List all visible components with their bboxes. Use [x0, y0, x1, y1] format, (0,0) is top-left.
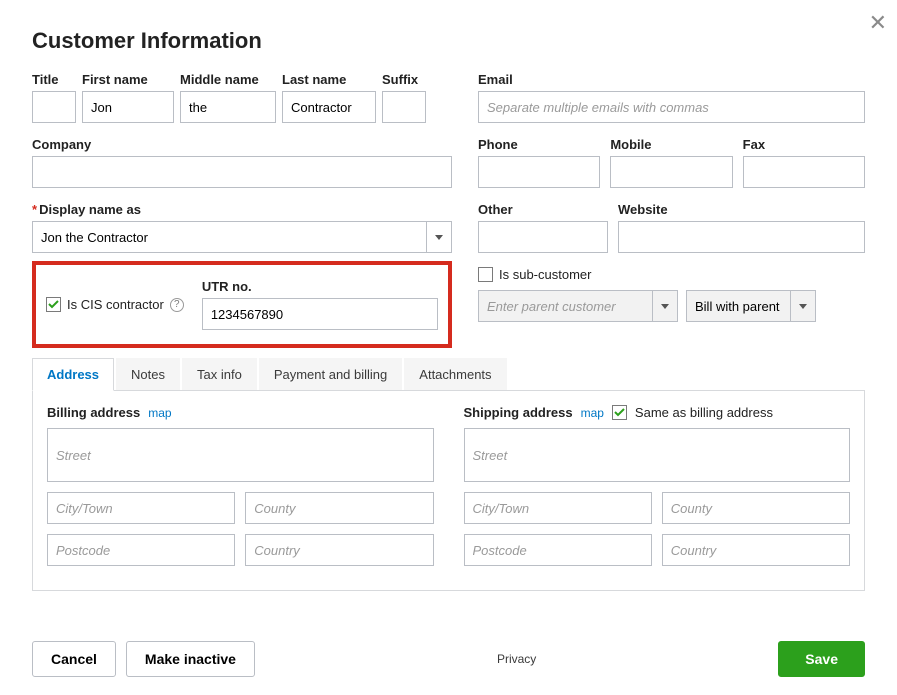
first-name-field[interactable]	[82, 91, 174, 123]
billing-postcode-field[interactable]	[47, 534, 235, 566]
display-name-label: Display name as	[32, 202, 452, 217]
shipping-county-field	[662, 492, 850, 524]
suffix-field[interactable]	[382, 91, 426, 123]
phone-field[interactable]	[478, 156, 600, 188]
tab-address[interactable]: Address	[32, 358, 114, 391]
billing-country-field[interactable]	[245, 534, 433, 566]
same-as-billing-checkbox[interactable]	[612, 405, 627, 420]
tabs: Address Notes Tax info Payment and billi…	[32, 358, 865, 391]
parent-customer-field[interactable]	[478, 290, 652, 322]
bill-with-field[interactable]	[686, 290, 790, 322]
shipping-country-field	[662, 534, 850, 566]
cis-contractor-label: Is CIS contractor	[67, 297, 164, 312]
shipping-city-field	[464, 492, 652, 524]
middle-name-label: Middle name	[180, 72, 276, 87]
mobile-label: Mobile	[610, 137, 732, 152]
utr-label: UTR no.	[202, 279, 438, 294]
company-field[interactable]	[32, 156, 452, 188]
company-label: Company	[32, 137, 452, 152]
first-name-label: First name	[82, 72, 174, 87]
tab-attachments[interactable]: Attachments	[404, 358, 506, 390]
website-field[interactable]	[618, 221, 865, 253]
website-label: Website	[618, 202, 865, 217]
display-name-field[interactable]	[32, 221, 426, 253]
display-name-dropdown[interactable]	[426, 221, 452, 253]
bill-with-dropdown[interactable]	[790, 290, 816, 322]
help-icon[interactable]: ?	[170, 298, 184, 312]
billing-street-field[interactable]	[47, 428, 434, 482]
cis-contractor-checkbox[interactable]	[46, 297, 61, 312]
billing-map-link[interactable]: map	[148, 406, 171, 420]
chevron-down-icon	[661, 304, 669, 309]
title-label: Title	[32, 72, 76, 87]
same-as-billing-label: Same as billing address	[635, 405, 773, 420]
fax-label: Fax	[743, 137, 865, 152]
other-label: Other	[478, 202, 608, 217]
close-icon[interactable]: ✕	[869, 10, 887, 36]
last-name-label: Last name	[282, 72, 376, 87]
tab-notes[interactable]: Notes	[116, 358, 180, 390]
other-field[interactable]	[478, 221, 608, 253]
middle-name-field[interactable]	[180, 91, 276, 123]
mobile-field[interactable]	[610, 156, 732, 188]
privacy-link[interactable]: Privacy	[497, 652, 536, 666]
cancel-button[interactable]: Cancel	[32, 641, 116, 677]
billing-county-field[interactable]	[245, 492, 433, 524]
email-field[interactable]	[478, 91, 865, 123]
last-name-field[interactable]	[282, 91, 376, 123]
suffix-label: Suffix	[382, 72, 426, 87]
shipping-address-label: Shipping address	[464, 405, 573, 420]
cis-highlight-box: Is CIS contractor ? UTR no.	[32, 261, 452, 348]
sub-customer-checkbox[interactable]	[478, 267, 493, 282]
billing-address-label: Billing address	[47, 405, 140, 420]
utr-field[interactable]	[202, 298, 438, 330]
shipping-street-field	[464, 428, 851, 482]
shipping-map-link[interactable]: map	[581, 406, 604, 420]
save-button[interactable]: Save	[778, 641, 865, 677]
chevron-down-icon	[799, 304, 807, 309]
email-label: Email	[478, 72, 865, 87]
shipping-postcode-field	[464, 534, 652, 566]
page-title: Customer Information	[32, 28, 865, 54]
fax-field[interactable]	[743, 156, 865, 188]
billing-city-field[interactable]	[47, 492, 235, 524]
make-inactive-button[interactable]: Make inactive	[126, 641, 255, 677]
title-field[interactable]	[32, 91, 76, 123]
tab-payment-billing[interactable]: Payment and billing	[259, 358, 402, 390]
phone-label: Phone	[478, 137, 600, 152]
sub-customer-label: Is sub-customer	[499, 267, 591, 282]
tab-tax-info[interactable]: Tax info	[182, 358, 257, 390]
parent-customer-dropdown[interactable]	[652, 290, 678, 322]
chevron-down-icon	[435, 235, 443, 240]
